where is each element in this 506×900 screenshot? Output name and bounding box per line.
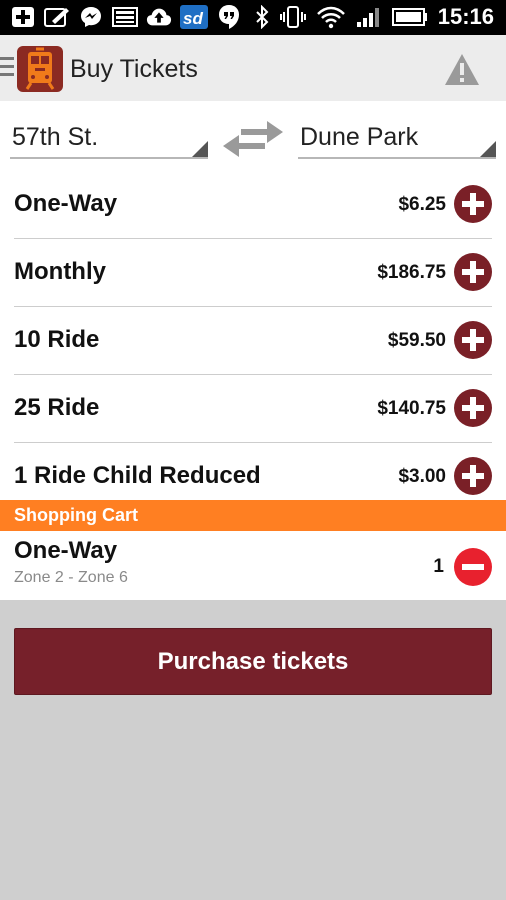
vibrate-icon (279, 6, 306, 28)
shopping-cart-header: Shopping Cart (0, 500, 506, 531)
add-ticket-icon[interactable] (454, 389, 492, 427)
plus-box-icon (10, 5, 36, 29)
ticket-content: 57th St. Dune Park One-Way $6.25 Monthly… (0, 101, 506, 600)
add-ticket-icon[interactable] (454, 457, 492, 495)
purchase-tickets-button[interactable]: Purchase tickets (14, 628, 492, 695)
ticket-price: $59.50 (387, 330, 446, 351)
cart-item: One-Way Zone 2 - Zone 6 1 (0, 531, 506, 600)
ticket-price: $140.75 (377, 398, 446, 419)
ticket-row-monthly: Monthly $186.75 (14, 239, 492, 307)
add-ticket-icon[interactable] (454, 321, 492, 359)
edit-note-icon (44, 5, 70, 29)
ticket-name: 25 Ride (14, 394, 100, 421)
shopping-cart-title: Shopping Cart (14, 505, 138, 525)
sd-icon: sd (180, 5, 208, 29)
warning-icon[interactable] (444, 53, 480, 87)
ticket-row-25-ride: 25 Ride $140.75 (14, 375, 492, 443)
ticket-price: $6.25 (398, 194, 446, 215)
sd-label: sd (183, 9, 203, 28)
train-logo-icon[interactable] (17, 46, 63, 92)
cart-item-quantity: 1 (433, 556, 444, 577)
menu-icon[interactable] (0, 57, 14, 81)
cart-item-zones: Zone 2 - Zone 6 (14, 569, 128, 586)
remove-item-icon[interactable] (454, 548, 492, 586)
system-status: 15:16 (254, 4, 494, 30)
ticket-name: One-Way (14, 190, 118, 217)
status-bar: sd 15:16 (0, 0, 506, 35)
ticket-name: 1 Ride Child Reduced (14, 462, 261, 489)
ticket-price: $186.75 (377, 262, 446, 283)
ticket-price: $3.00 (398, 466, 446, 487)
wifi-icon (316, 6, 345, 29)
cloud-upload-icon (146, 5, 172, 29)
battery-icon (391, 8, 427, 26)
action-bar: Buy Tickets (0, 35, 506, 101)
messenger-icon (78, 5, 104, 29)
ticket-name: Monthly (14, 258, 106, 285)
origin-station-label: 57th St. (12, 123, 99, 151)
add-ticket-icon[interactable] (454, 253, 492, 291)
destination-station-select[interactable]: Dune Park (298, 119, 496, 159)
page-title: Buy Tickets (70, 55, 198, 83)
image-icon (112, 5, 138, 29)
add-ticket-icon[interactable] (454, 185, 492, 223)
dropdown-arrow-icon (480, 141, 496, 157)
clock: 15:16 (437, 4, 494, 29)
ticket-row-10-ride: 10 Ride $59.50 (14, 307, 492, 375)
origin-station-select[interactable]: 57th St. (10, 119, 208, 159)
swap-icon[interactable] (219, 115, 287, 163)
bluetooth-icon (256, 5, 269, 29)
cart-item-name: One-Way (14, 537, 118, 564)
signal-icon (356, 8, 379, 27)
destination-station-label: Dune Park (300, 123, 419, 151)
notification-icons: sd (10, 5, 242, 29)
hangouts-icon (216, 5, 242, 29)
dropdown-arrow-icon (192, 141, 208, 157)
ticket-name: 10 Ride (14, 326, 100, 353)
ticket-row-one-way: One-Way $6.25 (14, 171, 492, 239)
